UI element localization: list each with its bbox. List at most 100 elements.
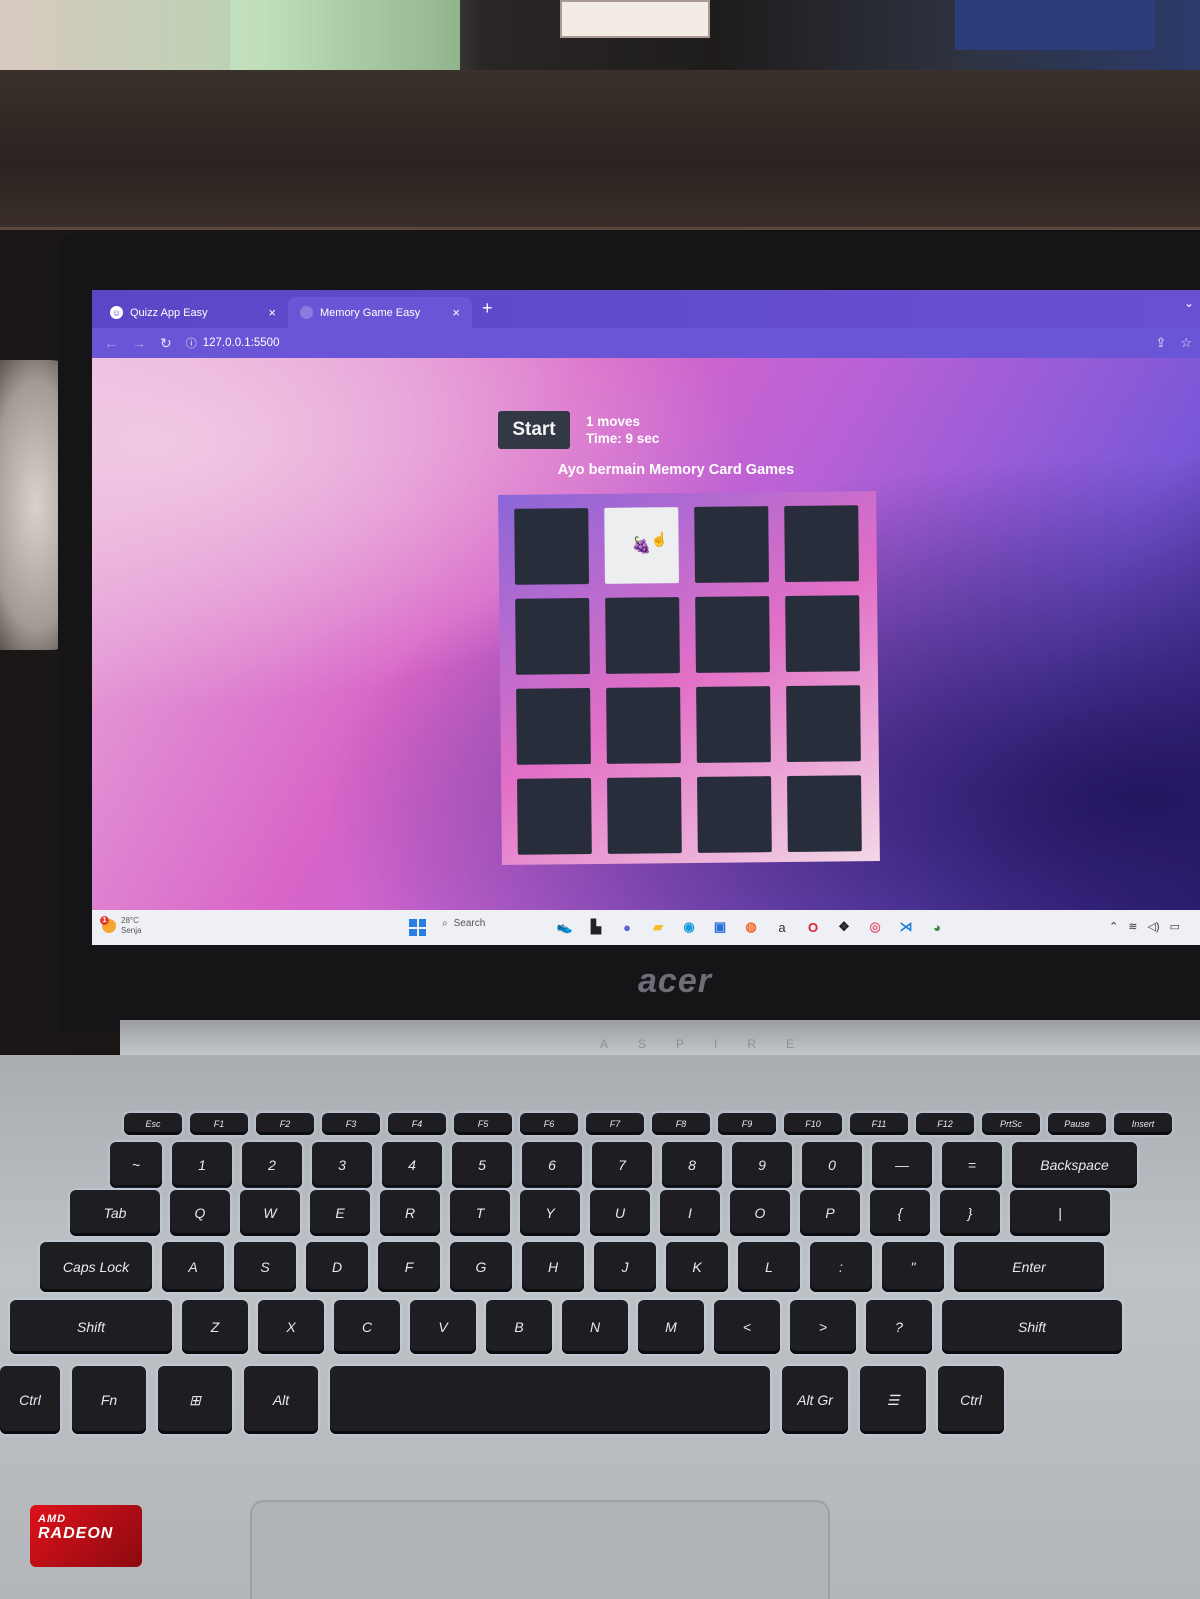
key-?[interactable]: ? bbox=[866, 1300, 932, 1354]
key-prtsc[interactable]: PrtSc bbox=[982, 1113, 1040, 1135]
key-⊞[interactable]: ⊞ bbox=[158, 1366, 232, 1434]
key-f5[interactable]: F5 bbox=[454, 1113, 512, 1135]
key-4[interactable]: 4 bbox=[382, 1142, 442, 1188]
key-ctrl[interactable]: Ctrl bbox=[0, 1366, 60, 1434]
key-c[interactable]: C bbox=[334, 1300, 400, 1354]
site-info-icon[interactable]: ⓘ bbox=[186, 335, 197, 351]
key-f1[interactable]: F1 bbox=[190, 1113, 248, 1135]
memory-card[interactable] bbox=[695, 596, 770, 673]
store-icon[interactable]: ▣ bbox=[709, 916, 731, 938]
key-p[interactable]: P bbox=[800, 1190, 860, 1236]
key-r[interactable]: R bbox=[380, 1190, 440, 1236]
key->[interactable]: > bbox=[790, 1300, 856, 1354]
key-7[interactable]: 7 bbox=[592, 1142, 652, 1188]
touchpad[interactable] bbox=[250, 1500, 830, 1599]
key-f7[interactable]: F7 bbox=[586, 1113, 644, 1135]
memory-card[interactable] bbox=[517, 778, 592, 855]
memory-card[interactable] bbox=[515, 598, 590, 675]
key-2[interactable]: 2 bbox=[242, 1142, 302, 1188]
dropbox-icon[interactable]: ❖ bbox=[833, 916, 855, 938]
key-enter[interactable]: Enter bbox=[954, 1242, 1104, 1292]
key-a[interactable]: A bbox=[162, 1242, 224, 1292]
key-t[interactable]: T bbox=[450, 1190, 510, 1236]
key-3[interactable]: 3 bbox=[312, 1142, 372, 1188]
key-f4[interactable]: F4 bbox=[388, 1113, 446, 1135]
key-z[interactable]: Z bbox=[182, 1300, 248, 1354]
memory-card[interactable] bbox=[697, 776, 772, 853]
taskbar-search[interactable]: ⌕ Search bbox=[442, 918, 485, 929]
key-|[interactable]: | bbox=[1010, 1190, 1110, 1236]
key-=[interactable]: = bbox=[942, 1142, 1002, 1188]
key-k[interactable]: K bbox=[666, 1242, 728, 1292]
key-ctrl[interactable]: Ctrl bbox=[938, 1366, 1004, 1434]
key-n[interactable]: N bbox=[562, 1300, 628, 1354]
key-u[interactable]: U bbox=[590, 1190, 650, 1236]
key-f3[interactable]: F3 bbox=[322, 1113, 380, 1135]
key-v[interactable]: V bbox=[410, 1300, 476, 1354]
key-9[interactable]: 9 bbox=[732, 1142, 792, 1188]
memory-card[interactable] bbox=[607, 777, 682, 854]
key-i[interactable]: I bbox=[660, 1190, 720, 1236]
memory-card[interactable] bbox=[606, 687, 681, 764]
key-insert[interactable]: Insert bbox=[1114, 1113, 1172, 1135]
key-f6[interactable]: F6 bbox=[520, 1113, 578, 1135]
key-alt[interactable]: Alt bbox=[244, 1366, 318, 1434]
battery-icon[interactable]: ▭ bbox=[1170, 920, 1180, 933]
start-button[interactable]: Start bbox=[498, 411, 570, 449]
key-tab[interactable]: Tab bbox=[70, 1190, 160, 1236]
key-alt-gr[interactable]: Alt Gr bbox=[782, 1366, 848, 1434]
key-5[interactable]: 5 bbox=[452, 1142, 512, 1188]
key-f11[interactable]: F11 bbox=[850, 1113, 908, 1135]
opera-gx-icon[interactable]: ◎ bbox=[864, 916, 886, 938]
key-y[interactable]: Y bbox=[520, 1190, 580, 1236]
chat-icon[interactable]: ● bbox=[616, 916, 638, 938]
memory-card[interactable] bbox=[787, 775, 862, 852]
key-~[interactable]: ~ bbox=[110, 1142, 162, 1188]
windows-start-icon[interactable] bbox=[409, 919, 426, 936]
key-s[interactable]: S bbox=[234, 1242, 296, 1292]
key-:[interactable]: : bbox=[810, 1242, 872, 1292]
key-b[interactable]: B bbox=[486, 1300, 552, 1354]
key-o[interactable]: O bbox=[730, 1190, 790, 1236]
close-tab-icon[interactable]: × bbox=[452, 305, 460, 320]
key-"[interactable]: " bbox=[882, 1242, 944, 1292]
key-f2[interactable]: F2 bbox=[256, 1113, 314, 1135]
task-view-icon[interactable]: ▙ bbox=[585, 916, 607, 938]
key-j[interactable]: J bbox=[594, 1242, 656, 1292]
share-icon[interactable]: ⇪ bbox=[1155, 335, 1166, 351]
opera-icon[interactable]: O bbox=[802, 916, 824, 938]
app-icon-shoe[interactable]: 👟 bbox=[554, 916, 576, 938]
key-1[interactable]: 1 bbox=[172, 1142, 232, 1188]
volume-icon[interactable]: ◁) bbox=[1147, 920, 1159, 933]
key-☰[interactable]: ☰ bbox=[860, 1366, 926, 1434]
key-space[interactable] bbox=[330, 1366, 770, 1434]
firefox-icon[interactable]: ◍ bbox=[740, 916, 762, 938]
back-arrow-icon[interactable]: ← bbox=[104, 335, 118, 351]
key-f10[interactable]: F10 bbox=[784, 1113, 842, 1135]
bookmark-star-icon[interactable]: ☆ bbox=[1180, 335, 1192, 351]
file-explorer-icon[interactable]: ▰ bbox=[647, 916, 669, 938]
key-0[interactable]: 0 bbox=[802, 1142, 862, 1188]
tab-search-chevron-icon[interactable]: ⌄ bbox=[1184, 296, 1194, 310]
key-l[interactable]: L bbox=[738, 1242, 800, 1292]
key-{[interactable]: { bbox=[870, 1190, 930, 1236]
key-f9[interactable]: F9 bbox=[718, 1113, 776, 1135]
key-h[interactable]: H bbox=[522, 1242, 584, 1292]
tab-quizz-app[interactable]: ☺ Quizz App Easy × bbox=[98, 297, 288, 328]
new-tab-button[interactable]: + bbox=[482, 298, 493, 319]
memory-card[interactable] bbox=[784, 505, 859, 582]
tab-memory-game[interactable]: Memory Game Easy × bbox=[288, 297, 472, 328]
key-<[interactable]: < bbox=[714, 1300, 780, 1354]
key-caps-lock[interactable]: Caps Lock bbox=[40, 1242, 152, 1292]
key-d[interactable]: D bbox=[306, 1242, 368, 1292]
key-m[interactable]: M bbox=[638, 1300, 704, 1354]
memory-card[interactable] bbox=[605, 597, 680, 674]
vscode-icon[interactable]: ⋊ bbox=[895, 916, 917, 938]
memory-card[interactable] bbox=[786, 685, 861, 762]
key-x[interactable]: X bbox=[258, 1300, 324, 1354]
key-f8[interactable]: F8 bbox=[652, 1113, 710, 1135]
memory-card[interactable] bbox=[516, 688, 591, 765]
chrome-icon[interactable]: ◕ bbox=[926, 916, 948, 938]
key-q[interactable]: Q bbox=[170, 1190, 230, 1236]
key-pause[interactable]: Pause bbox=[1048, 1113, 1106, 1135]
